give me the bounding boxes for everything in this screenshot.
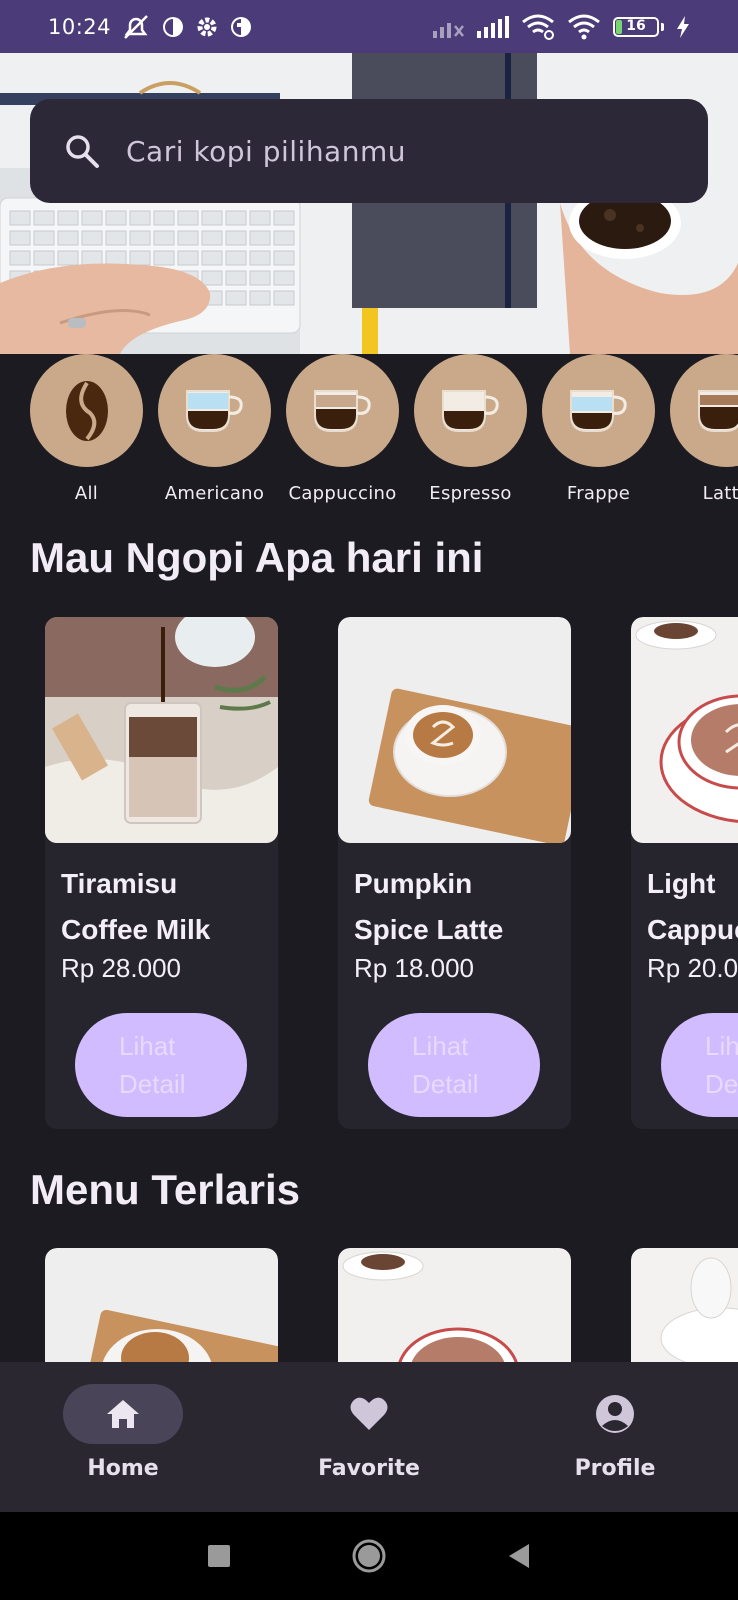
account-circle-icon (596, 1395, 634, 1433)
nav-label-home: Home (87, 1456, 159, 1481)
hero-banner-image (0, 53, 738, 354)
nav-item-profile[interactable]: Profile (492, 1362, 738, 1512)
category-circle (158, 354, 271, 467)
product-price: Rp 20.000 (647, 953, 738, 983)
charging-bolt-icon (677, 15, 689, 38)
gear-icon (197, 17, 217, 36)
cup-espresso-icon (441, 389, 499, 432)
product-name-line1: Pumpkin (354, 868, 473, 899)
nav-label-favorite: Favorite (318, 1456, 420, 1481)
product-price: Rp 28.000 (61, 953, 181, 983)
home-icon (107, 1400, 139, 1428)
category-label: Americano (164, 483, 265, 504)
nav-item-home[interactable]: Home (0, 1362, 246, 1512)
category-label: All (74, 483, 99, 504)
category-americano[interactable]: Americano (158, 354, 271, 504)
product-image (338, 1248, 571, 1362)
category-circle (30, 354, 143, 467)
view-detail-label: Lihat Detail (119, 1031, 186, 1099)
app-notification-icon-2 (231, 16, 252, 37)
product-image (45, 1248, 278, 1362)
nav-icon-container (309, 1384, 429, 1444)
product-card[interactable]: Light Cappuccino Rp 20.000 Lihat Detail (631, 617, 738, 1129)
product-image (338, 617, 571, 843)
category-circle (414, 354, 527, 467)
bestseller-card[interactable] (631, 1248, 738, 1362)
recents-square-icon[interactable] (207, 1544, 231, 1568)
product-card-body: Pumpkin Spice Latte Rp 18.000 Lihat Deta… (338, 843, 571, 1129)
status-right-icons: 16 (433, 14, 690, 40)
category-all[interactable]: All (30, 354, 143, 504)
nav-item-favorite[interactable]: Favorite (246, 1362, 492, 1512)
status-left-icons (121, 14, 253, 40)
product-image (631, 1248, 738, 1362)
back-triangle-icon[interactable] (507, 1543, 531, 1569)
system-navigation-bar (0, 1512, 738, 1600)
wifi-icon (568, 14, 600, 39)
product-name-line1: Light (647, 868, 716, 899)
battery-indicator: 16 (613, 16, 659, 37)
battery-tip (661, 22, 664, 31)
product-card[interactable]: Tiramisu Coffee Milk Rp 28.000 Lihat Det… (45, 617, 278, 1129)
battery-level: 16 (626, 17, 646, 34)
wifi-link-icon (522, 14, 554, 40)
bestseller-card-list (45, 1248, 738, 1362)
search-icon (62, 131, 102, 171)
category-espresso[interactable]: Espresso (414, 354, 527, 504)
product-name-line2: Cappuccino (647, 914, 738, 945)
view-detail-label: Lihat Detail (412, 1031, 479, 1099)
category-circle (286, 354, 399, 467)
product-name-line2: Coffee Milk (61, 914, 211, 945)
view-detail-button[interactable]: Lihat Detail (75, 1013, 247, 1117)
search-bar[interactable] (30, 99, 708, 203)
alarm-off-icon (124, 14, 148, 39)
signal-icon (477, 15, 509, 38)
app-notification-icon (163, 16, 184, 37)
section-title-bestseller: Menu Terlaris (30, 1166, 300, 1213)
view-detail-button[interactable]: Lihat Detail (661, 1013, 738, 1117)
cup-frappe-icon (569, 389, 627, 432)
product-price: Rp 18.000 (354, 953, 474, 983)
product-name-line2: Spice Latte (354, 914, 504, 945)
bestseller-card[interactable] (338, 1248, 571, 1362)
coffee-bean-icon (65, 380, 108, 441)
view-detail-button[interactable]: Lihat Detail (368, 1013, 540, 1117)
nav-active-indicator (63, 1384, 183, 1444)
cup-cappuccino-icon (313, 389, 371, 432)
status-bar: 10:24 16 (0, 0, 738, 53)
category-circle (670, 354, 738, 467)
nav-label-profile: Profile (574, 1456, 656, 1481)
product-image (631, 617, 738, 843)
category-latte[interactable]: Latte (670, 354, 738, 504)
heart-icon (350, 1397, 388, 1430)
category-list: All Americano Cappuccino Espresso Frappe… (30, 354, 738, 504)
category-label: Espresso (429, 483, 512, 504)
status-time: 10:24 (48, 14, 112, 39)
bottom-navigation: Home Favorite Profile (0, 1362, 738, 1512)
search-input[interactable] (126, 134, 626, 168)
category-label: Latte (702, 483, 738, 504)
category-label: Cappuccino (288, 483, 397, 504)
home-circle-icon[interactable] (351, 1538, 387, 1574)
product-card[interactable]: Pumpkin Spice Latte Rp 18.000 Lihat Deta… (338, 617, 571, 1129)
category-circle (542, 354, 655, 467)
product-name-line1: Tiramisu (61, 868, 178, 899)
category-frappe[interactable]: Frappe (542, 354, 655, 504)
product-card-body: Light Cappuccino Rp 20.000 Lihat Detail (631, 843, 738, 1129)
cup-latte-icon (697, 389, 738, 432)
product-image (45, 617, 278, 843)
category-cappuccino[interactable]: Cappuccino (286, 354, 399, 504)
cup-americano-icon (185, 389, 243, 432)
bestseller-card[interactable] (45, 1248, 278, 1362)
recommend-card-list: Tiramisu Coffee Milk Rp 28.000 Lihat Det… (45, 617, 738, 1129)
view-detail-label: Lihat Detail (705, 1031, 738, 1099)
category-label: Frappe (566, 483, 631, 504)
product-card-body: Tiramisu Coffee Milk Rp 28.000 Lihat Det… (45, 843, 278, 1129)
section-title-recommend: Mau Ngopi Apa hari ini (30, 534, 484, 581)
signal-off-icon (433, 22, 464, 38)
nav-icon-container (555, 1384, 675, 1444)
